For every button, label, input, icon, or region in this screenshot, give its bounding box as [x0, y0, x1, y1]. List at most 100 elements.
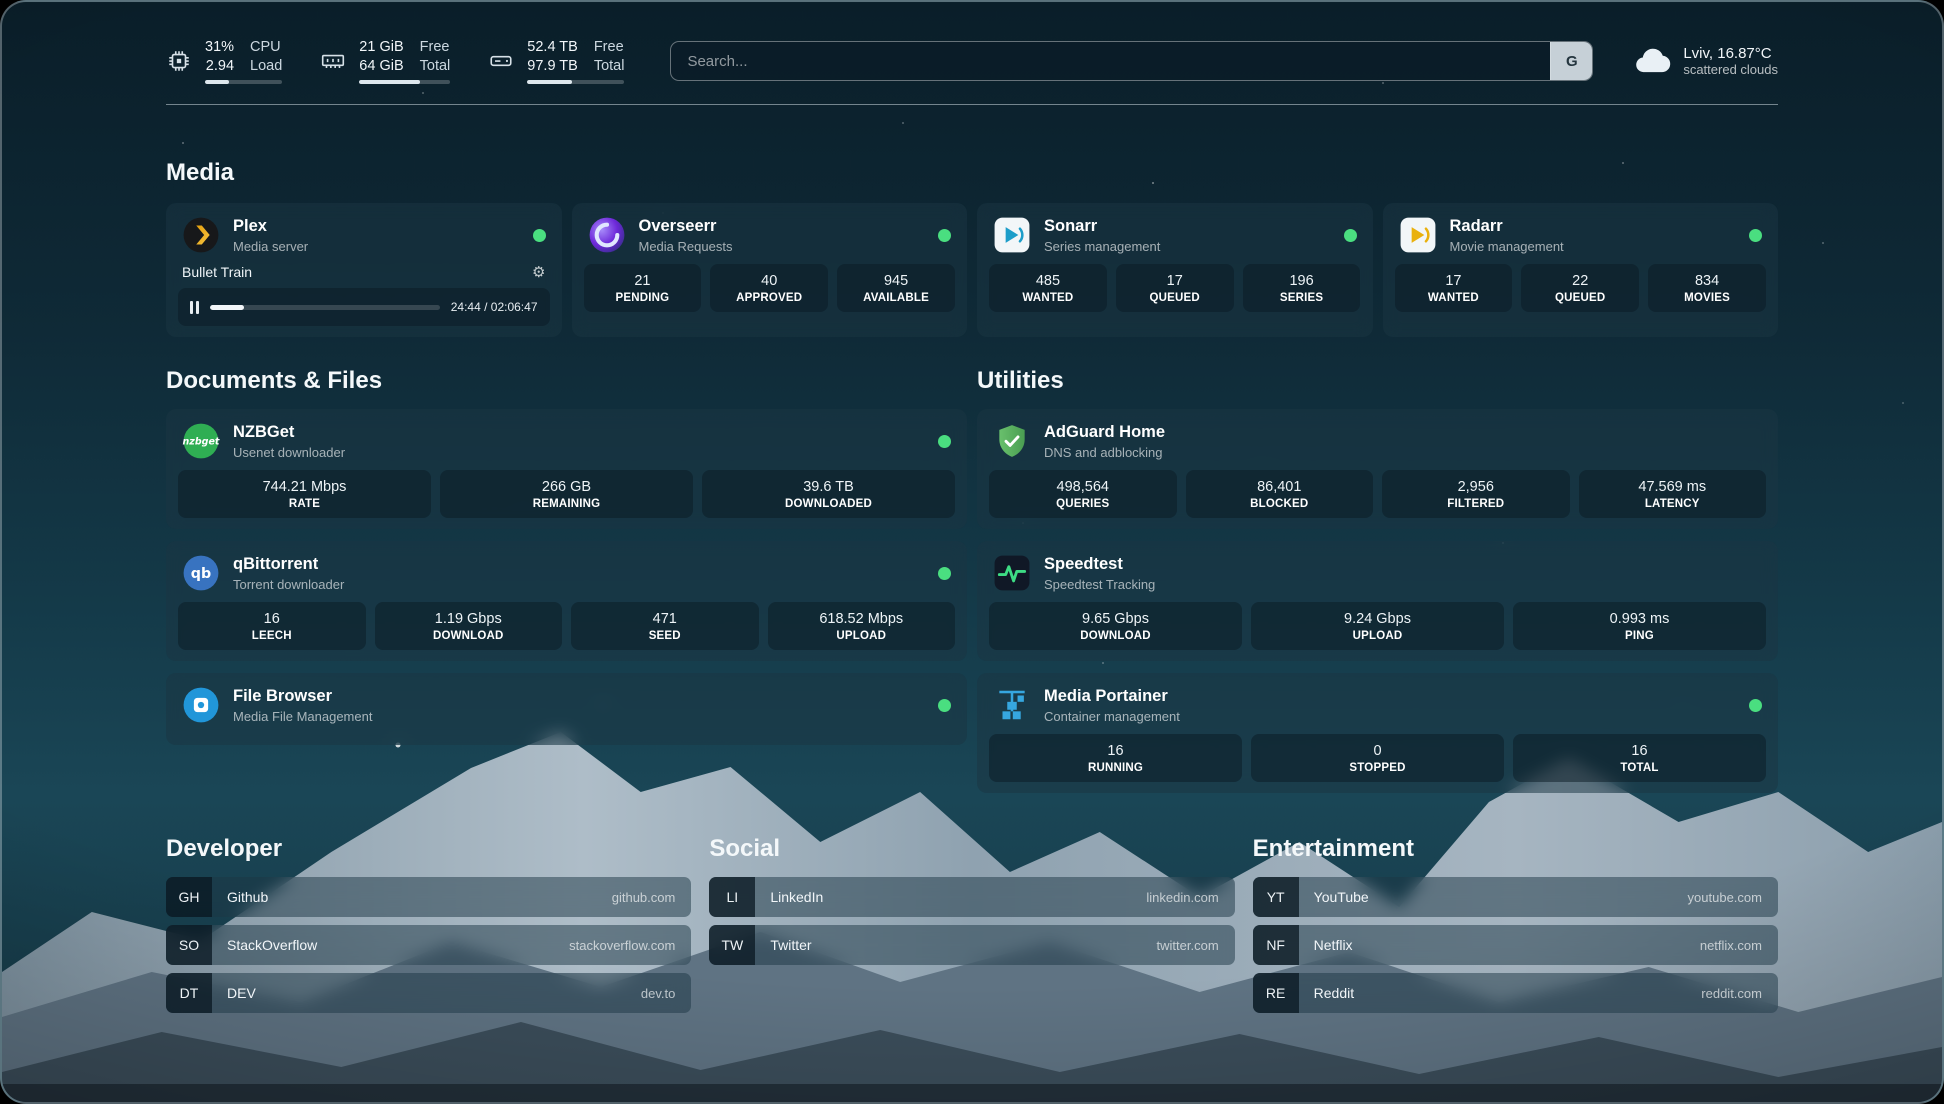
disk-icon [488, 48, 514, 74]
documents-files-cards: nzbgetNZBGetUsenet downloader744.21 Mbps… [166, 409, 967, 745]
stat-value: 266 GB [444, 479, 689, 495]
bookmark-abbr: DT [166, 973, 212, 1013]
bookmark-url: reddit.com [1701, 986, 1778, 1001]
stat-stopped: 0STOPPED [1251, 734, 1504, 782]
stat-label: DOWNLOAD [993, 630, 1238, 642]
service-card-radarr[interactable]: RadarrMovie management17WANTED22QUEUED83… [1383, 203, 1779, 337]
service-header: RadarrMovie management [1395, 214, 1767, 264]
topbar: 31%CPU2.94Load21 GiBFree64 GiBTotal52.4 … [166, 38, 1778, 84]
service-name: Overseerr [639, 217, 733, 237]
bookmark-reddit[interactable]: RERedditreddit.com [1253, 973, 1778, 1013]
bookmark-url: youtube.com [1688, 890, 1778, 905]
bookmark-github[interactable]: GHGithubgithub.com [166, 877, 691, 917]
bookmark-youtube[interactable]: YTYouTubeyoutube.com [1253, 877, 1778, 917]
stat-label: LEECH [182, 630, 362, 642]
status-indicator [1344, 229, 1357, 242]
service-card-nzbget[interactable]: nzbgetNZBGetUsenet downloader744.21 Mbps… [166, 409, 967, 529]
resource-values: 31%CPU2.94Load [205, 38, 282, 75]
memory-icon [320, 48, 346, 74]
stat-wanted: 17WANTED [1395, 264, 1513, 312]
group-title-documents-files: Documents & Files [166, 367, 967, 395]
service-name: AdGuard Home [1044, 423, 1165, 443]
section-documents-files: Documents & Files nzbgetNZBGetUsenet dow… [166, 367, 967, 745]
status-indicator [938, 435, 951, 448]
search-bar: G [670, 41, 1593, 81]
bookmark-name: YouTube [1299, 889, 1369, 905]
service-header: nzbgetNZBGetUsenet downloader [178, 420, 955, 470]
stat-label: BLOCKED [1190, 498, 1370, 510]
service-stats: 744.21 MbpsRATE266 GBREMAINING39.6 TBDOW… [178, 470, 955, 518]
service-card-file-browser[interactable]: File BrowserMedia File Management [166, 673, 967, 745]
gear-icon[interactable]: ⚙ [532, 265, 545, 280]
service-stats: 16LEECH1.19 GbpsDOWNLOAD471SEED618.52 Mb… [178, 602, 955, 650]
bookmark-url: github.com [612, 890, 692, 905]
bookmark-abbr: TW [709, 925, 755, 965]
status-indicator [938, 699, 951, 712]
search-input[interactable] [671, 42, 1550, 80]
resource-label: Load [250, 57, 282, 75]
stat-download: 1.19 GbpsDOWNLOAD [375, 602, 563, 650]
weather-widget: Lviv, 16.87°C scattered clouds [1633, 42, 1778, 80]
bookmark-stackoverflow[interactable]: SOStackOverflowstackoverflow.com [166, 925, 691, 965]
group-title-social: Social [709, 835, 1234, 863]
overseerr-icon [588, 216, 626, 254]
service-description: Usenet downloader [233, 445, 345, 460]
resource-body: 31%CPU2.94Load [205, 38, 282, 84]
section-media: Media PlexMedia serverBullet Train⚙24:44… [166, 159, 1778, 337]
resource-value: 97.9 TB [527, 57, 578, 75]
service-stats: 9.65 GbpsDOWNLOAD9.24 GbpsUPLOAD0.993 ms… [989, 602, 1766, 650]
radarr-icon [1399, 216, 1437, 254]
stat-label: QUEUED [1120, 292, 1230, 304]
cloud-icon [1633, 42, 1671, 80]
stat-label: LATENCY [1583, 498, 1763, 510]
service-description: Media Requests [639, 239, 733, 254]
stat-upload: 9.24 GbpsUPLOAD [1251, 602, 1504, 650]
svg-text:nzbget: nzbget [183, 437, 220, 448]
service-header: AdGuard HomeDNS and adblocking [989, 420, 1766, 470]
service-header: qbqBittorrentTorrent downloader [178, 552, 955, 602]
utilities-cards: AdGuard HomeDNS and adblocking498,564QUE… [977, 409, 1778, 793]
speedtest-icon [993, 554, 1031, 592]
two-column-sections: Documents & Files nzbgetNZBGetUsenet dow… [166, 367, 1778, 793]
stat-latency: 47.569 ms LATENCY [1579, 470, 1767, 518]
stat-value: 834 [1652, 273, 1762, 289]
bookmark-name: Netflix [1299, 937, 1353, 953]
bookmark-twitter[interactable]: TWTwittertwitter.com [709, 925, 1234, 965]
bookmark-netflix[interactable]: NFNetflixnetflix.com [1253, 925, 1778, 965]
stat-value: 21 [588, 273, 698, 289]
stat-value: 471 [575, 611, 755, 627]
stat-value: 47.569 ms [1583, 479, 1763, 495]
stat-value: 16 [993, 743, 1238, 759]
service-description: Movie management [1450, 239, 1564, 254]
service-card-plex[interactable]: PlexMedia serverBullet Train⚙24:44 / 02:… [166, 203, 562, 337]
stat-value: 40 [714, 273, 824, 289]
stat-label: DOWNLOAD [379, 630, 559, 642]
service-description: Speedtest Tracking [1044, 577, 1155, 592]
stat-value: 485 [993, 273, 1103, 289]
bookmark-list: GHGithubgithub.com SOStackOverflowstackov… [166, 877, 691, 1013]
bookmark-name: LinkedIn [755, 889, 823, 905]
stat-label: FILTERED [1386, 498, 1566, 510]
stat-label: SERIES [1247, 292, 1357, 304]
pause-button[interactable] [190, 301, 199, 314]
service-description: Media server [233, 239, 308, 254]
bookmark-abbr: GH [166, 877, 212, 917]
portainer-icon [993, 686, 1031, 724]
service-card-adguard-home[interactable]: AdGuard HomeDNS and adblocking498,564QUE… [977, 409, 1778, 529]
service-description: Media File Management [233, 709, 372, 724]
bookmark-abbr: NF [1253, 925, 1299, 965]
search-provider-button[interactable]: G [1550, 42, 1592, 80]
service-card-speedtest[interactable]: SpeedtestSpeedtest Tracking9.65 GbpsDOWN… [977, 541, 1778, 661]
bookmark-dev[interactable]: DTDEVdev.to [166, 973, 691, 1013]
service-card-sonarr[interactable]: SonarrSeries management485WANTED17QUEUED… [977, 203, 1373, 337]
service-card-qbittorrent[interactable]: qbqBittorrentTorrent downloader16LEECH1.… [166, 541, 967, 661]
service-name: Plex [233, 217, 308, 237]
service-card-media-portainer[interactable]: Media PortainerContainer management16RUN… [977, 673, 1778, 793]
bookmark-linkedin[interactable]: LILinkedInlinkedin.com [709, 877, 1234, 917]
stat-value: 17 [1120, 273, 1230, 289]
service-info: SpeedtestSpeedtest Tracking [1044, 555, 1155, 592]
service-card-overseerr[interactable]: OverseerrMedia Requests21PENDING40APPROV… [572, 203, 968, 337]
service-description: Container management [1044, 709, 1180, 724]
seek-bar[interactable] [210, 305, 440, 310]
dashboard-screen: 31%CPU2.94Load21 GiBFree64 GiBTotal52.4 … [0, 0, 1944, 1104]
